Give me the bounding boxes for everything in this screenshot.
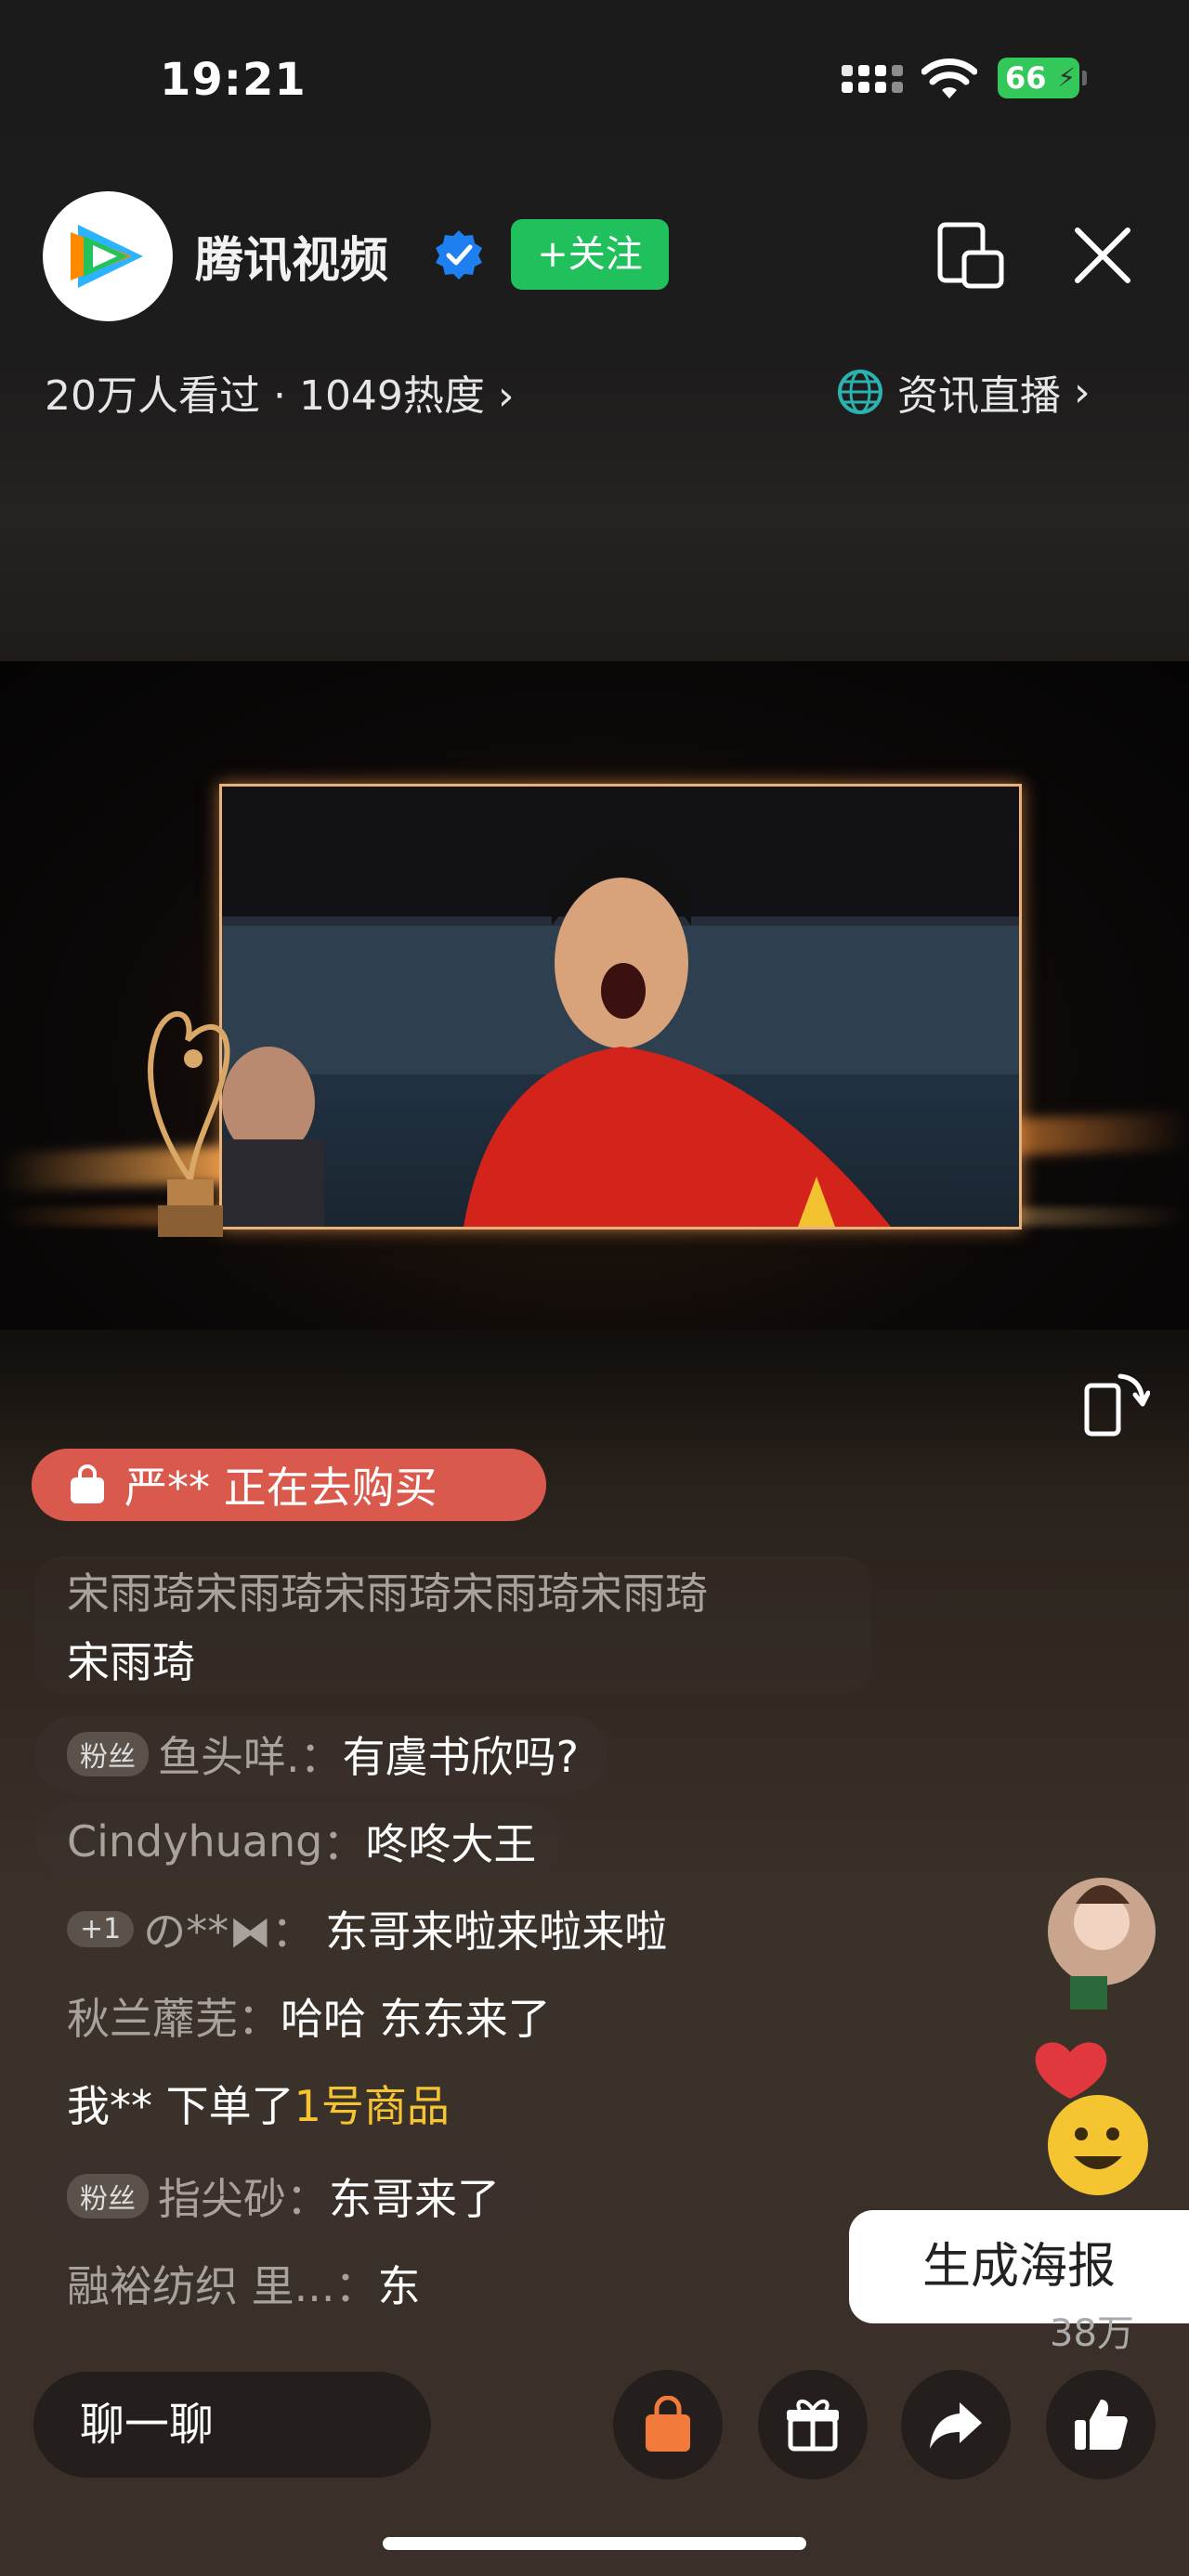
home-indicator [383,2537,806,2550]
like-count: 38万 [1050,2312,1134,2355]
share-button[interactable] [901,2370,1011,2479]
wifi-icon [921,59,977,98]
chat-input[interactable]: 聊一聊 [33,2372,431,2478]
live-category-label: 资讯直播 [897,372,1061,420]
comment-text: 东哥来了 [329,2174,500,2224]
globe-icon [838,370,882,414]
like-icon [1075,2400,1128,2450]
close-icon[interactable] [1070,223,1135,288]
viewer-stats-label: 20万人看过 · 1049热度 [45,372,485,420]
comment-user: 融裕纺织 里... [67,2261,335,2311]
shop-button[interactable] [613,2370,723,2479]
list-item: 秋兰蘼芜： 哈哈 东东来了 [35,1978,579,2054]
list-item: 宋雨琦宋雨琦宋雨琦宋雨琦宋雨琦 宋雨琦 [35,1556,871,1694]
comment-text: 咚咚大王 [365,1819,537,1869]
follow-button[interactable]: +关注 [511,219,669,290]
shopping-bag-icon [71,1464,104,1503]
verified-icon [436,230,482,280]
list-item: +1 の**⧓： 东哥来啦来啦来啦 [35,1891,696,1967]
gift-icon [787,2400,839,2452]
chevron-right-icon: › [1074,368,1091,416]
list-item: 融裕纺织 里...： 东 [35,2245,449,2322]
fan-badge: 粉丝 [67,1732,149,1776]
comment-text: 宋雨琦宋雨琦宋雨琦宋雨琦宋雨琦 [67,1568,708,1619]
share-icon [930,2402,982,2449]
comment-user: 秋兰蘼芜 [67,1994,238,2044]
list-item: 粉丝 指尖砂： 东哥来了 [35,2158,528,2234]
channel-name[interactable]: 腾讯视频 [195,221,388,291]
level-badge: +1 [67,1910,135,1947]
comment-text: 哈哈 东东来了 [281,1994,551,2044]
like-animation [1035,1878,1156,2195]
generate-poster-button[interactable]: 生成海报 [849,2210,1189,2323]
live-category[interactable]: 资讯直播 › [836,362,1091,422]
list-item: 我** 下单了 1号商品 [35,2065,477,2141]
shopping-bag-icon [646,2396,690,2452]
order-notice-text: 我** 下单了 [67,2081,294,2131]
tencent-video-logo[interactable] [43,191,173,321]
comment-user: の**⧓ [143,1906,272,1957]
comment-text: 有虞书欣吗? [342,1732,580,1782]
viewer-stats[interactable]: 20万人看过 · 1049热度 › [45,362,515,422]
trophy-icon [148,1010,230,1237]
video-frame [219,784,1022,1229]
rotate-screen-icon[interactable] [1083,1367,1150,1438]
battery-indicator: 66 ⚡ [998,58,1087,98]
comment-user: 鱼头咩. [158,1732,300,1782]
purchase-notice: 严** 正在去购买 [32,1449,546,1521]
comment-text: 东 [377,2261,421,2311]
comment-user: 指尖砂 [158,2174,286,2224]
comment-text: 东哥来啦来啦来啦 [325,1906,668,1957]
status-time: 19:21 [160,54,307,106]
fan-badge: 粉丝 [67,2174,149,2218]
product-highlight[interactable]: 1号商品 [294,2073,450,2134]
like-button[interactable] [1046,2370,1156,2479]
pip-icon[interactable] [936,221,1007,292]
charging-icon: ⚡ [1057,62,1076,93]
chevron-right-icon: › [484,372,515,420]
list-item: Cindyhuang： 咚咚大王 [35,1803,565,1880]
comment-user: Cindyhuang [67,1816,323,1867]
battery-level: 66 [1005,60,1047,96]
list-item: 粉丝 鱼头咩.： 有虞书欣吗? [35,1716,608,1792]
gift-button[interactable] [758,2370,868,2479]
purchase-notice-text: 严** 正在去购买 [124,1463,438,1513]
comment-text: 宋雨琦 [67,1637,195,1687]
cellular-signal-icon [842,65,903,93]
